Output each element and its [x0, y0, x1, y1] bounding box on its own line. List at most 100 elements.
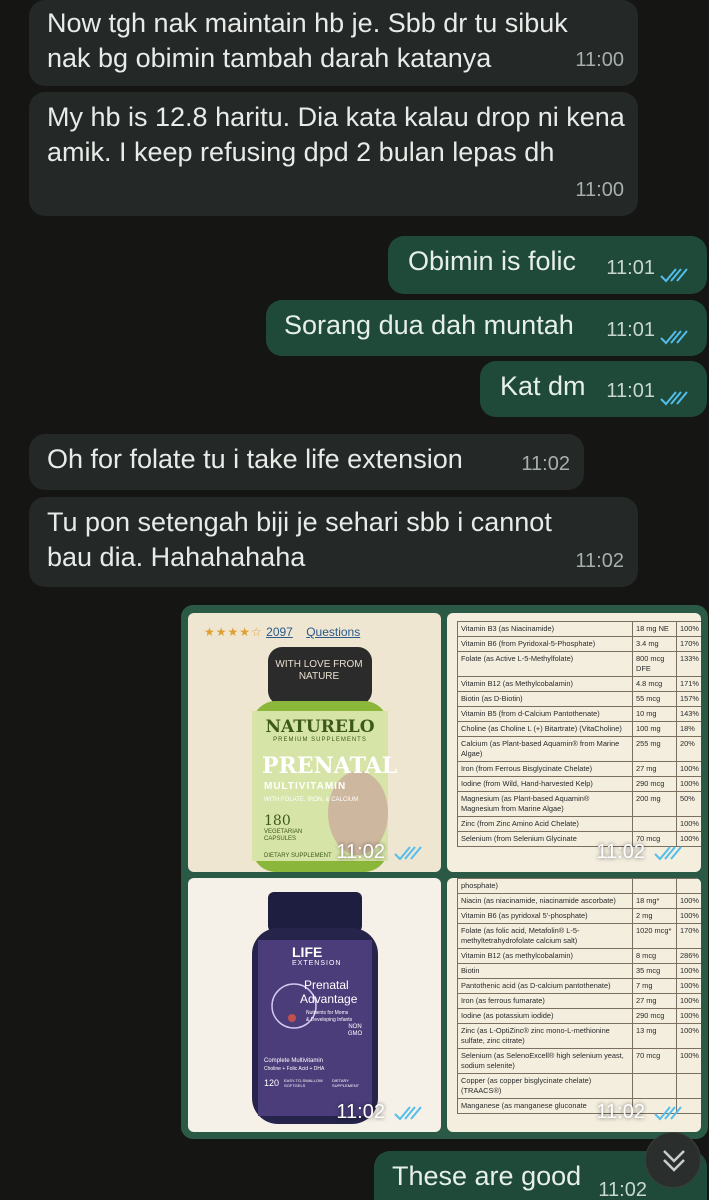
- message-text: These are good: [392, 1161, 582, 1191]
- daily-value-cell: 50%: [676, 791, 701, 817]
- double-check-icon: [660, 330, 688, 345]
- table-row: Vitamin B6 (from Pyridoxal-5-Phosphate) 3…: [457, 636, 701, 652]
- bottle-tag2: & Developing Infants: [306, 1017, 353, 1023]
- image-album: ★★★★☆ 2097 Questions WITH LOVE FROM NATU…: [181, 605, 708, 1139]
- nutrient-cell: Vitamin B6 (as pyridoxal 5'-phosphate): [457, 908, 633, 924]
- daily-value-cell: 100%: [676, 963, 701, 979]
- daily-value-cell: 170%: [676, 923, 701, 949]
- amount-cell: 27 mg: [632, 993, 677, 1009]
- message-time: 11:02: [575, 550, 624, 572]
- amount-cell: 70 mcg: [632, 1048, 677, 1074]
- nutrient-cell: Copper (as copper bisglycinate chelate) …: [457, 1073, 633, 1099]
- amount-cell: 290 mcg: [632, 1008, 677, 1024]
- message-text: Oh for folate tu i take life extension: [47, 444, 463, 474]
- nutrient-cell: Iron (as ferrous fumarate): [457, 993, 633, 1009]
- amount-cell: 7 mg: [632, 978, 677, 994]
- daily-value-cell: 100%: [676, 908, 701, 924]
- nutrient-cell: Zinc (as L-OptiZinc® zinc mono-L-methion…: [457, 1023, 633, 1049]
- daily-value-cell: 171%: [676, 676, 701, 692]
- daily-value-cell: 18%: [676, 721, 701, 737]
- nutrient-cell: Choline (as Choline L (+) Bitartrate) (V…: [457, 721, 633, 737]
- nutrient-cell: Vitamin B5 (from d-Calcium Pantothenate): [457, 706, 633, 722]
- table-row: phosphate): [457, 878, 701, 894]
- table-row: Zinc (from Zinc Amino Acid Chelate) 100%: [457, 816, 701, 832]
- bottle-brand2: EXTENSION: [292, 960, 342, 967]
- bottle-desc1: Complete Multivitamin: [264, 1058, 324, 1064]
- message-bubble-outgoing[interactable]: Obimin is folic 11:01: [388, 236, 707, 294]
- message-time: 11:00: [575, 49, 624, 71]
- bottle-footer: DIETARY SUPPLEMENT: [264, 853, 332, 859]
- message-bubble-incoming[interactable]: Now tgh nak maintain hb je. Sbb dr tu si…: [29, 0, 638, 86]
- nutrient-cell: Selenium (as SelenoExcell® high selenium…: [457, 1048, 633, 1074]
- message-bubble-outgoing[interactable]: Sorang dua dah muntah 11:01: [266, 300, 707, 356]
- daily-value-cell: 100%: [676, 978, 701, 994]
- double-check-icon: [654, 1106, 682, 1121]
- nutrition-table: Vitamin B3 (as Niacinamide) 18 mg NE 100% V…: [457, 621, 701, 847]
- image-time: 11:02: [596, 1101, 645, 1123]
- daily-value-cell: 100%: [676, 993, 701, 1009]
- table-row: Biotin 35 mcg 100%: [457, 963, 701, 979]
- daily-value-cell: [676, 878, 701, 894]
- album-image-naturelo-facts[interactable]: Vitamin B3 (as Niacinamide) 18 mg NE 100% V…: [447, 613, 701, 872]
- table-row: Selenium (as SelenoExcell® high selenium…: [457, 1048, 701, 1074]
- table-row: Folate (as folic acid, Metafolin® L-5-me…: [457, 923, 701, 949]
- image-time: 11:02: [336, 1101, 385, 1123]
- amount-cell: 800 mcg DFE: [632, 651, 677, 677]
- message-time: 11:00: [575, 179, 624, 201]
- album-image-naturelo[interactable]: ★★★★☆ 2097 Questions WITH LOVE FROM NATU…: [188, 613, 441, 872]
- table-row: Copper (as copper bisglycinate chelate) …: [457, 1073, 701, 1099]
- nutrient-cell: Vitamin B6 (from Pyridoxal-5-Phosphate): [457, 636, 633, 652]
- bottle-count: 120: [264, 1078, 280, 1088]
- message-time: 11:01: [606, 319, 655, 341]
- table-row: Niacin (as niacinamide, niacinamide asco…: [457, 893, 701, 909]
- bottle-brand: LIFE: [292, 944, 323, 960]
- album-image-life-extension[interactable]: LIFE EXTENSION Prenatal Advantage Nutrie…: [188, 878, 441, 1132]
- nutrient-cell: Folate (as folic acid, Metafolin® L-5-me…: [457, 923, 633, 949]
- message-text: Tu pon setengah biji je sehari sbb i can…: [47, 507, 552, 572]
- amount-cell: [632, 1073, 677, 1099]
- message-text: Sorang dua dah muntah: [284, 310, 574, 340]
- double-check-icon: [660, 268, 688, 283]
- bottle-desc2: Choline + Folic Acid + DHA: [264, 1066, 325, 1072]
- message-bubble-outgoing[interactable]: Kat dm 11:01: [480, 361, 707, 417]
- nutrient-cell: Iodine (as potassium iodide): [457, 1008, 633, 1024]
- daily-value-cell: 170%: [676, 636, 701, 652]
- nutrient-cell: Biotin (as D-Biotin): [457, 691, 633, 707]
- bottle-count-sub: VEGETARIAN CAPSULES: [264, 829, 303, 842]
- message-bubble-incoming[interactable]: My hb is 12.8 haritu. Dia kata kalau dro…: [29, 92, 638, 216]
- amount-cell: [632, 816, 677, 832]
- message-text: Obimin is folic: [408, 246, 577, 276]
- message-time: 11:01: [606, 380, 655, 402]
- amount-cell: 2 mg: [632, 908, 677, 924]
- daily-value-cell: 100%: [676, 1048, 701, 1074]
- table-row: Iron (as ferrous fumarate) 27 mg 100%: [457, 993, 701, 1009]
- table-row: Zinc (as L-OptiZinc® zinc mono-L-methion…: [457, 1023, 701, 1049]
- daily-value-cell: 100%: [676, 621, 701, 637]
- daily-value-cell: 100%: [676, 816, 701, 832]
- nutrient-cell: Iodine (from Wild, Hand-harvested Kelp): [457, 776, 633, 792]
- double-check-icon: [394, 846, 422, 861]
- bottle-count-sub: EASY-TO-SWALLOW SOFTGELS: [284, 1078, 323, 1088]
- nutrient-cell: Folate (as Active L-5-Methylfolate): [457, 651, 633, 677]
- table-row: Vitamin B6 (as pyridoxal 5'-phosphate) 2 …: [457, 908, 701, 924]
- message-bubble-incoming[interactable]: Oh for folate tu i take life extension 1…: [29, 434, 584, 490]
- message-text: My hb is 12.8 haritu. Dia kata kalau dro…: [47, 102, 625, 167]
- album-image-life-extension-facts[interactable]: phosphate) Niacin (as niacinamide, niacin…: [447, 878, 701, 1132]
- daily-value-cell: 100%: [676, 893, 701, 909]
- bottle-cap-text: WITH LOVE FROM NATURE: [275, 659, 363, 682]
- daily-value-cell: [676, 1073, 701, 1099]
- message-bubble-incoming[interactable]: Tu pon setengah biji je sehari sbb i can…: [29, 497, 638, 587]
- nutrient-cell: Pantothenic acid (as D-calcium pantothen…: [457, 978, 633, 994]
- table-row: Vitamin B3 (as Niacinamide) 18 mg NE 100%: [457, 621, 701, 637]
- table-row: Pantothenic acid (as D-calcium pantothen…: [457, 978, 701, 994]
- nutrition-table: phosphate) Niacin (as niacinamide, niacin…: [457, 878, 701, 1114]
- nutrient-cell: Vitamin B3 (as Niacinamide): [457, 621, 633, 637]
- amount-cell: 10 mg: [632, 706, 677, 722]
- scroll-to-bottom-button[interactable]: [645, 1132, 701, 1188]
- nutrient-cell: Vitamin B12 (as Methylcobalamin): [457, 676, 633, 692]
- table-row: Biotin (as D-Biotin) 55 mcg 157%: [457, 691, 701, 707]
- bottle-count: 180: [264, 813, 291, 829]
- amount-cell: 3.4 mg: [632, 636, 677, 652]
- message-text: Now tgh nak maintain hb je. Sbb dr tu si…: [47, 8, 568, 73]
- table-row: Iron (from Ferrous Bisglycinate Chelate)…: [457, 761, 701, 777]
